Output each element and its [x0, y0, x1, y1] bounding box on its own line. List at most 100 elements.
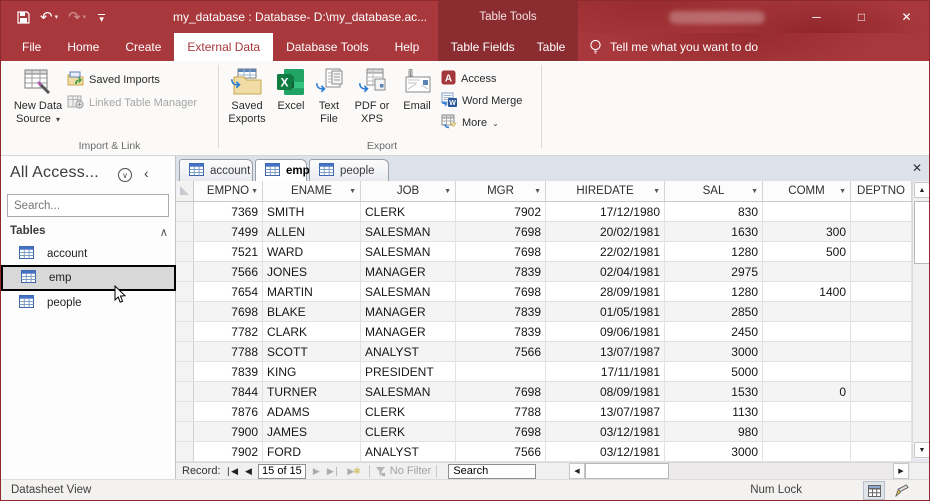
ribbon-tab-create[interactable]: Create — [112, 33, 174, 61]
cell-comm[interactable]: 500 — [763, 242, 851, 262]
column-header-empno[interactable]: EMPNO ▼ — [194, 181, 263, 202]
cell-ename[interactable]: CLARK — [263, 322, 361, 342]
nav-item-emp[interactable]: emp — [1, 265, 176, 291]
cell-hiredate[interactable]: 17/11/1981 — [546, 362, 665, 382]
cell-mgr[interactable]: 7839 — [456, 322, 546, 342]
first-record-button[interactable]: ❘◀ — [225, 466, 239, 477]
previous-record-button[interactable]: ◀ — [245, 466, 252, 477]
minimize-button[interactable]: ─ — [794, 1, 839, 33]
cell-hiredate[interactable]: 09/06/1981 — [546, 322, 665, 342]
cell-deptno[interactable] — [851, 362, 912, 382]
ribbon-tab-table[interactable]: Table — [537, 40, 566, 54]
record-search-input[interactable] — [448, 463, 537, 479]
pdf-or-xps-button[interactable]: PDF or XPS — [349, 64, 395, 144]
record-selector[interactable] — [176, 382, 194, 402]
scroll-right-icon[interactable]: ▶ — [893, 463, 909, 479]
document-tab-account[interactable]: account — [179, 159, 253, 181]
column-filter-dropdown-icon[interactable]: ▼ — [534, 188, 541, 195]
nav-item-account[interactable]: account — [1, 242, 176, 265]
undo-dropdown-icon[interactable]: ▾ — [55, 14, 59, 21]
save-icon[interactable] — [17, 10, 30, 24]
tables-section-header[interactable]: Tables ∧ — [10, 225, 168, 239]
cell-hiredate[interactable]: 13/07/1987 — [546, 402, 665, 422]
nav-item-people[interactable]: people — [1, 291, 176, 314]
ribbon-tab-external-data[interactable]: External Data — [174, 33, 274, 61]
cell-deptno[interactable] — [851, 402, 912, 422]
cell-mgr[interactable]: 7698 — [456, 222, 546, 242]
cell-deptno[interactable] — [851, 262, 912, 282]
cell-ename[interactable]: WARD — [263, 242, 361, 262]
cell-comm[interactable] — [763, 422, 851, 442]
cell-job[interactable]: CLERK — [361, 402, 456, 422]
cell-mgr[interactable]: 7698 — [456, 282, 546, 302]
text-file-button[interactable]: Text File — [310, 64, 348, 144]
cell-mgr[interactable]: 7788 — [456, 402, 546, 422]
column-header-sal[interactable]: SAL ▼ — [665, 181, 763, 202]
cell-empno[interactable]: 7902 — [194, 442, 263, 462]
cell-sal[interactable]: 1280 — [665, 242, 763, 262]
cell-sal[interactable]: 3000 — [665, 342, 763, 362]
cell-job[interactable]: ANALYST — [361, 442, 456, 462]
cell-empno[interactable]: 7698 — [194, 302, 263, 322]
cell-job[interactable]: MANAGER — [361, 322, 456, 342]
word-merge-button[interactable]: W Word Merge — [441, 92, 522, 110]
ribbon-tab-table-fields[interactable]: Table Fields — [451, 40, 515, 54]
cell-mgr[interactable]: 7698 — [456, 382, 546, 402]
record-selector[interactable] — [176, 282, 194, 302]
column-header-ename[interactable]: ENAME ▼ — [263, 181, 361, 202]
cell-deptno[interactable] — [851, 442, 912, 462]
cell-empno[interactable]: 7654 — [194, 282, 263, 302]
close-document-icon[interactable]: ✕ — [912, 161, 922, 175]
cell-job[interactable]: MANAGER — [361, 302, 456, 322]
scroll-up-icon[interactable]: ▲ — [914, 182, 929, 198]
cell-job[interactable]: ANALYST — [361, 342, 456, 362]
cell-mgr[interactable] — [456, 362, 546, 382]
undo-button[interactable]: ↶ ▾ — [40, 10, 58, 25]
cell-hiredate[interactable]: 17/12/1980 — [546, 202, 665, 222]
cell-sal[interactable]: 2450 — [665, 322, 763, 342]
column-filter-dropdown-icon[interactable]: ▼ — [251, 188, 258, 195]
cell-job[interactable]: PRESIDENT — [361, 362, 456, 382]
cell-sal[interactable]: 1130 — [665, 402, 763, 422]
collapse-section-icon[interactable]: ∧ — [160, 225, 168, 239]
cell-sal[interactable]: 2975 — [665, 262, 763, 282]
record-selector[interactable] — [176, 202, 194, 222]
record-selector[interactable] — [176, 242, 194, 262]
cell-deptno[interactable] — [851, 222, 912, 242]
record-selector[interactable] — [176, 302, 194, 322]
cell-empno[interactable]: 7900 — [194, 422, 263, 442]
cell-comm[interactable]: 1400 — [763, 282, 851, 302]
nav-search-input[interactable] — [8, 199, 174, 212]
shutter-bar-collapse-icon[interactable]: ‹ — [144, 165, 149, 181]
cell-hiredate[interactable]: 20/02/1981 — [546, 222, 665, 242]
cell-ename[interactable]: TURNER — [263, 382, 361, 402]
cell-sal[interactable]: 3000 — [665, 442, 763, 462]
cell-hiredate[interactable]: 03/12/1981 — [546, 422, 665, 442]
column-header-job[interactable]: JOB ▼ — [361, 181, 456, 202]
email-button[interactable]: Email — [396, 64, 438, 144]
new-record-button[interactable]: ▶✱ — [347, 466, 360, 477]
horizontal-scroll-thumb[interactable] — [585, 463, 669, 479]
cell-hiredate[interactable]: 08/09/1981 — [546, 382, 665, 402]
cell-comm[interactable] — [763, 442, 851, 462]
cell-mgr[interactable]: 7839 — [456, 302, 546, 322]
record-selector[interactable] — [176, 262, 194, 282]
record-selector[interactable] — [176, 362, 194, 382]
cell-deptno[interactable] — [851, 422, 912, 442]
cell-sal[interactable]: 980 — [665, 422, 763, 442]
cell-sal[interactable]: 1630 — [665, 222, 763, 242]
cell-comm[interactable] — [763, 302, 851, 322]
record-selector[interactable] — [176, 402, 194, 422]
saved-exports-button[interactable]: Saved Exports — [223, 64, 271, 144]
tell-me-box[interactable]: Tell me what you want to do — [589, 33, 758, 61]
current-record-box[interactable]: 15 of 15 — [257, 463, 306, 479]
horizontal-scrollbar[interactable]: ◀ ▶ — [569, 463, 910, 479]
cell-empno[interactable]: 7521 — [194, 242, 263, 262]
record-selector[interactable] — [176, 422, 194, 442]
cell-ename[interactable]: SCOTT — [263, 342, 361, 362]
scroll-down-icon[interactable]: ▼ — [914, 442, 929, 458]
cell-comm[interactable] — [763, 262, 851, 282]
column-filter-dropdown-icon[interactable]: ▼ — [839, 188, 846, 195]
saved-imports-button[interactable]: Saved Imports — [67, 71, 160, 89]
next-record-button[interactable]: ▶ — [313, 466, 320, 477]
